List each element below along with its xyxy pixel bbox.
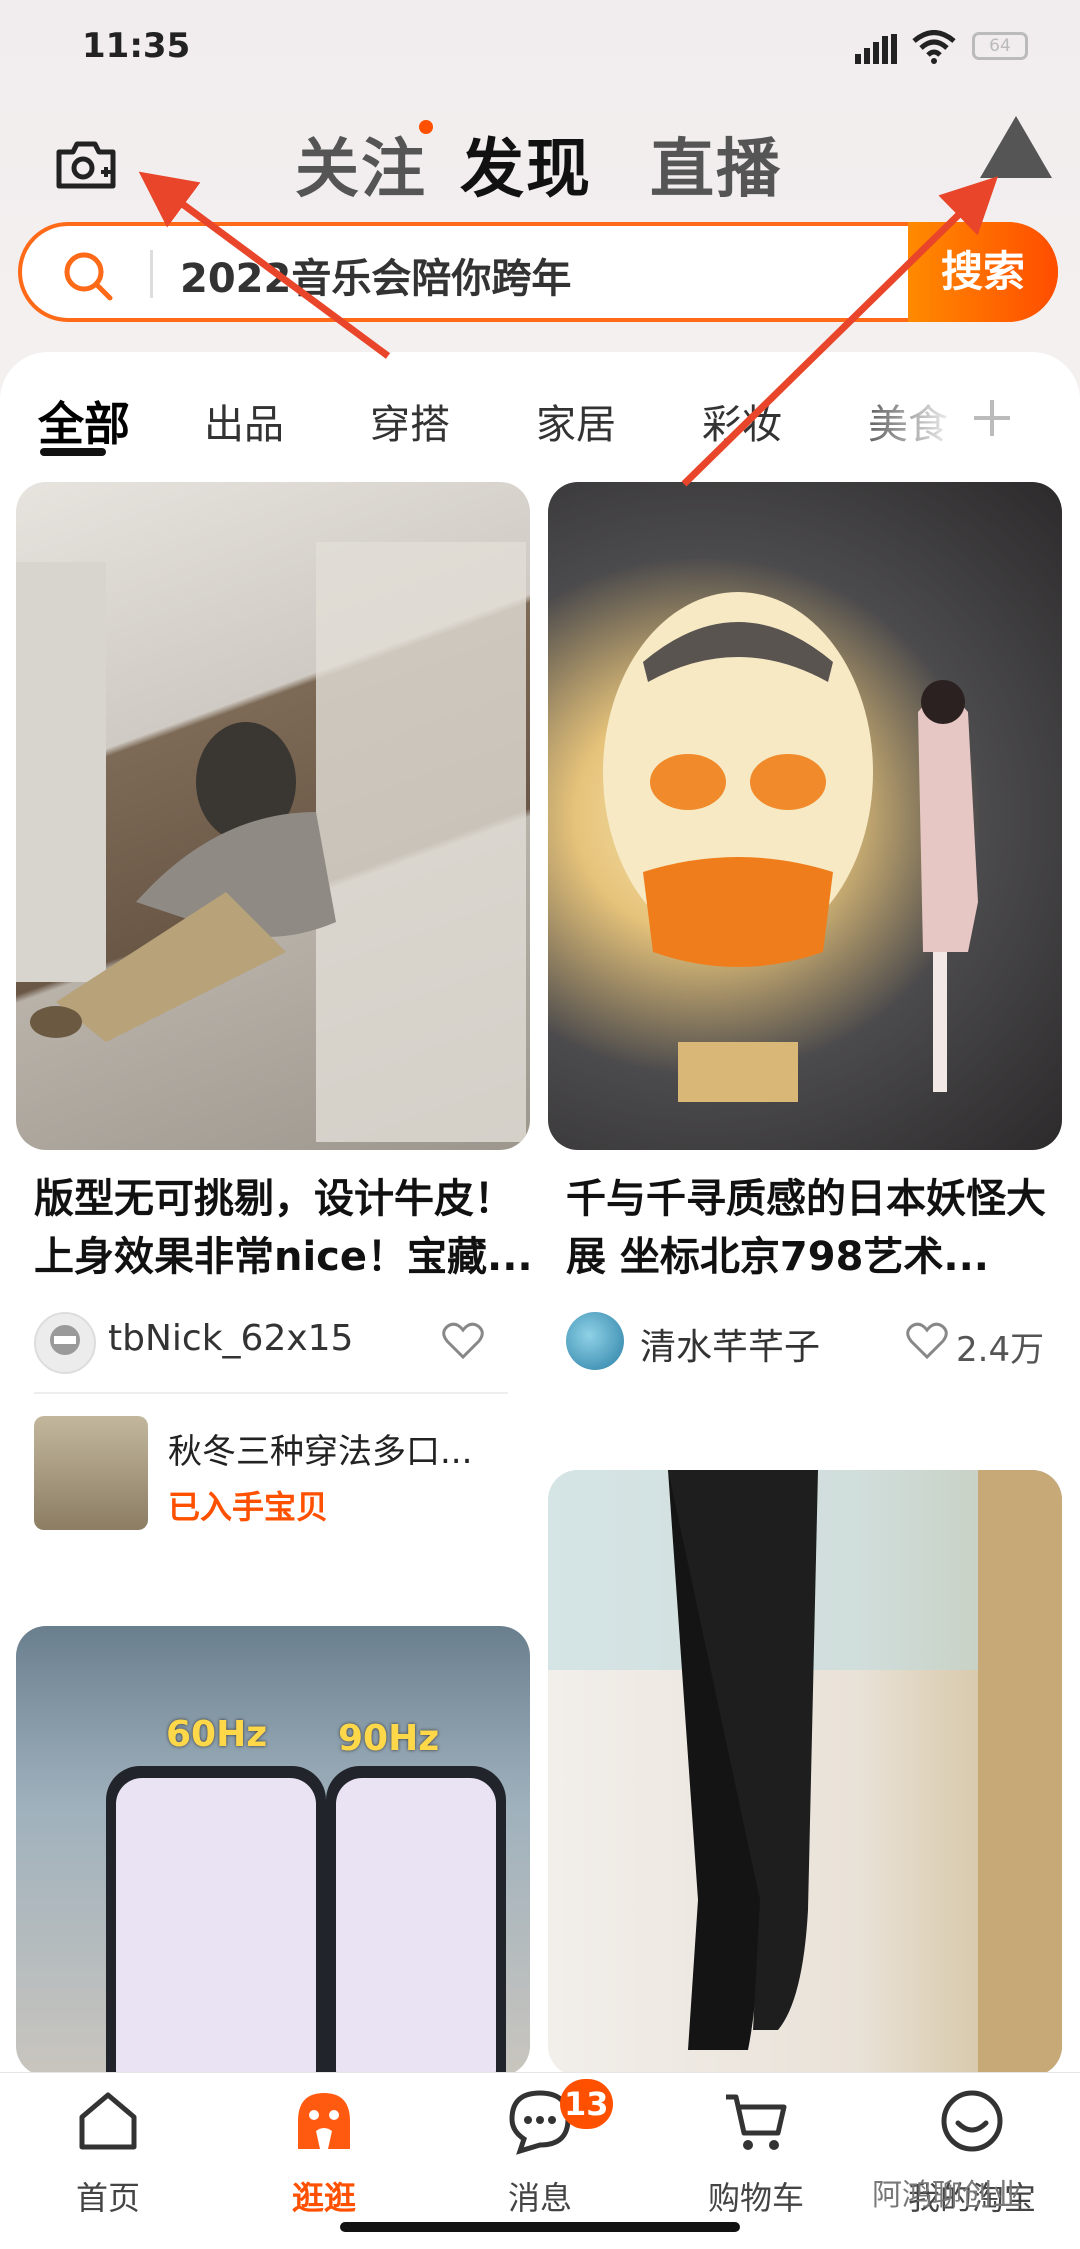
nav-label: 购物车 [707,2179,804,2217]
post-title-line: 千与千寻质感的日本妖怪大 [566,1176,1046,1222]
avatar[interactable] [566,1312,624,1370]
tab-live[interactable]: 直播 [650,118,782,210]
category-home[interactable]: 家居 [536,392,616,450]
post-title-line: 上身效果非常nice！宝藏... [34,1234,533,1280]
camera-icon[interactable] [55,138,117,190]
nav-home[interactable]: 首页 [0,2073,216,2249]
up-arrow-icon[interactable] [980,116,1052,178]
post-image[interactable] [548,1470,1062,2076]
status-bar: 11:35 64 [0,0,1080,90]
nav-label: 消息 [507,2179,572,2217]
author-name[interactable]: tbNick_62x15 [108,1318,353,1359]
search-bar[interactable]: 2022音乐会陪你跨年 搜索 [18,222,1058,322]
post-photo [16,542,526,1142]
post-title-line: 版型无可挑剔，设计牛皮！ [34,1176,514,1222]
category-outfits[interactable]: 穿搭 [370,392,450,450]
post-title[interactable]: 千与千寻质感的日本妖怪大 展 坐标北京798艺术... [566,1170,1066,1286]
watermark: 阿鸿聊创业 [872,2178,1022,2213]
browse-icon [298,2093,350,2149]
home-icon [79,2092,137,2150]
heart-icon[interactable] [906,1322,948,1360]
phone-screen [116,1778,316,2076]
phone-screen [336,1778,496,2076]
home-indicator[interactable] [340,2222,740,2232]
tab-follow[interactable]: 关注 [295,118,427,210]
profile-icon [941,2090,1003,2152]
refresh-rate-label: 90Hz [338,1718,440,1759]
related-item-title[interactable]: 秋冬三种穿法多口... [168,1424,472,1473]
cart-icon [726,2094,787,2150]
signal-icon [855,34,897,64]
avatar[interactable] [34,1312,96,1374]
heart-icon[interactable] [442,1322,484,1360]
post-image[interactable] [16,482,530,1150]
search-icon [64,252,113,301]
search-input[interactable]: 2022音乐会陪你跨年 [180,246,571,304]
status-time: 11:35 [82,26,191,66]
author-name[interactable]: 清水芊芊子 [640,1318,820,1370]
category-products[interactable]: 出品 [204,392,284,450]
phone-image [326,1766,506,2076]
post-photo [603,592,978,1102]
refresh-rate-label: 60Hz [166,1714,268,1755]
post-image[interactable]: 60Hz 90Hz [16,1626,530,2076]
post-title[interactable]: 版型无可挑剔，设计牛皮！ 上身效果非常nice！宝藏... [34,1170,534,1286]
tab-discover[interactable]: 发现 [460,118,592,210]
phone-image [106,1766,326,2076]
purchased-badge: 已入手宝贝 [168,1488,329,1526]
wifi-icon [912,30,956,64]
post-image[interactable] [548,482,1062,1150]
category-fade [840,380,960,460]
post-title-line: 展 坐标北京798艺术... [566,1234,990,1280]
nav-label: 首页 [75,2179,140,2217]
nav-my-taobao[interactable]: 我的淘宝 [864,2073,1080,2249]
add-category-icon[interactable] [972,398,1012,438]
post-photo [548,1470,1062,2076]
divider [34,1392,508,1394]
related-item-thumbnail[interactable] [34,1416,148,1530]
active-category-indicator [40,448,106,456]
follow-notification-dot [419,120,433,134]
battery-icon: 64 [972,32,1028,60]
like-count: 2.4万 [956,1330,1045,1370]
category-makeup[interactable]: 彩妆 [702,392,782,450]
nav-label: 逛逛 [291,2179,356,2217]
unread-badge: 13 [560,2079,613,2129]
avatar-illustration [50,1325,80,1355]
search-button[interactable]: 搜索 [908,222,1058,322]
search-divider [150,250,153,298]
category-tabs: 全部 出品 穿搭 家居 彩妆 美食 [0,380,1080,460]
category-all[interactable]: 全部 [38,388,130,454]
